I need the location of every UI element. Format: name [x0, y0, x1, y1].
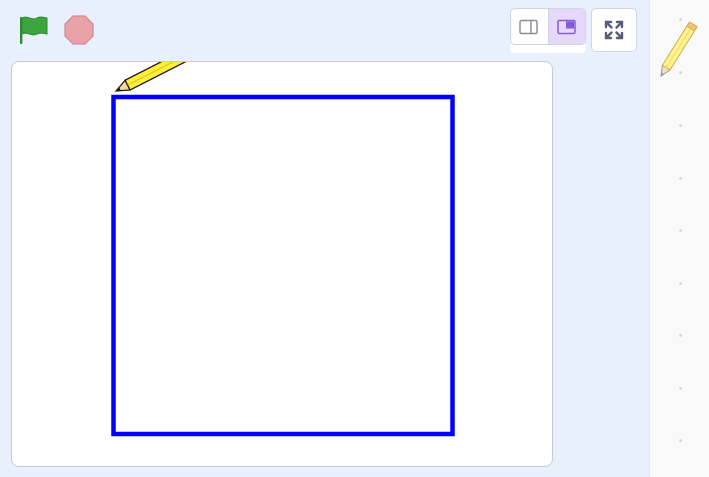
sidebar-dot [679, 334, 682, 337]
stage-canvas[interactable] [11, 61, 553, 467]
small-stage-layout-icon [519, 19, 539, 34]
sidebar-dot [679, 439, 682, 442]
pen-drawing [111, 62, 455, 437]
sidebar-dot [679, 71, 682, 74]
green-flag-button[interactable] [14, 12, 54, 48]
sidebar-dot [679, 387, 682, 390]
stop-button[interactable] [60, 12, 98, 48]
sidebar-dot [679, 18, 682, 21]
large-stage-button[interactable] [547, 9, 585, 44]
stage-header [0, 0, 649, 62]
drawn-square [111, 94, 455, 437]
fullscreen-icon [604, 20, 624, 40]
stage-window [0, 0, 709, 477]
stop-icon [64, 15, 94, 45]
stage-layout-toggle [510, 8, 586, 45]
sidebar-dot [679, 229, 682, 232]
small-stage-button[interactable] [511, 9, 548, 44]
sprite-sidebar [649, 0, 709, 477]
green-flag-icon [20, 16, 48, 44]
large-stage-layout-icon [557, 19, 576, 34]
sidebar-dot [679, 282, 682, 285]
fullscreen-button[interactable] [591, 8, 637, 52]
sidebar-dot [679, 177, 682, 180]
pencil-icon [660, 21, 698, 78]
pencil-sprite[interactable] [114, 62, 193, 96]
layout-toggle-shadow [510, 44, 586, 53]
sidebar-dot [679, 124, 682, 127]
sprite-thumbnail[interactable] [656, 20, 708, 80]
